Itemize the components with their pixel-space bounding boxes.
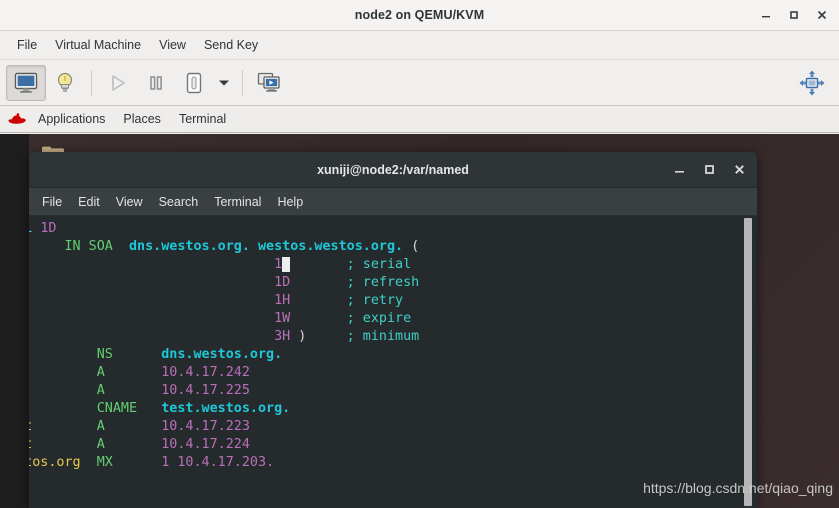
vm-menu-virtual-machine[interactable]: Virtual Machine <box>46 35 150 55</box>
watermark-text: https://blog.csdn.net/qiao_qing <box>643 480 833 496</box>
terminal-menu-edit[interactable]: Edit <box>70 192 108 212</box>
pause-icon[interactable] <box>137 66 175 100</box>
vm-minimize-button[interactable] <box>753 2 779 28</box>
show-console-icon[interactable] <box>6 64 46 101</box>
red-hat-logo-icon <box>6 109 28 129</box>
shutdown-icon[interactable] <box>175 66 213 100</box>
vm-titlebar: node2 on QEMU/KVM <box>0 0 839 31</box>
vm-toolbar <box>0 60 839 106</box>
show-details-icon[interactable] <box>46 66 84 100</box>
terminal-line: $TTL 1D <box>29 221 57 236</box>
toolbar-separator-2 <box>242 69 243 96</box>
fullscreen-icon[interactable] <box>793 66 831 100</box>
terminal-window-title: xuniji@node2:/var/named <box>317 162 469 177</box>
terminal-menu-view[interactable]: View <box>108 192 151 212</box>
terminal-body[interactable]: $TTL 1D @ IN SOA dns.westos.org. westos.w… <box>29 216 757 508</box>
run-icon[interactable] <box>99 66 137 100</box>
terminal-menubar: File Edit View Search Terminal Help <box>29 188 757 216</box>
terminal-line: dns A 10.4.17.242 <box>96 365 250 380</box>
terminal-titlebar: xuniji@node2:/var/named <box>29 152 757 188</box>
snapshots-icon[interactable] <box>250 66 288 100</box>
terminal-line: test A 10.4.17.223 <box>29 419 250 434</box>
vm-window-controls <box>753 0 835 30</box>
terminal-scrollbar-thumb[interactable] <box>744 218 752 506</box>
terminal-menu-help[interactable]: Help <box>269 192 311 212</box>
terminal-minimize-button[interactable] <box>669 160 689 180</box>
terminal-text-content: $TTL 1D @ IN SOA dns.westos.org. westos.w… <box>29 220 419 508</box>
gnome-menu-applications[interactable]: Applications <box>29 110 114 128</box>
terminal-menu-file[interactable]: File <box>34 192 70 212</box>
vm-menu-send-key[interactable]: Send Key <box>195 35 267 55</box>
terminal-line: westos.org MX 1 10.4.17.203. <box>29 455 275 470</box>
terminal-line: www A 10.4.17.225 <box>96 383 250 398</box>
terminal-line: 3H ) ; minimum <box>274 329 420 344</box>
terminal-menu-terminal[interactable]: Terminal <box>206 192 269 212</box>
terminal-line: 1D ; refresh <box>274 275 420 290</box>
terminal-close-button[interactable] <box>729 160 749 180</box>
terminal-line: ~ <box>29 490 419 508</box>
vm-window-title: node2 on QEMU/KVM <box>354 8 485 22</box>
vm-maximize-button[interactable] <box>781 2 807 28</box>
terminal-maximize-button[interactable] <box>699 160 719 180</box>
screen-root: node2 on QEMU/KVM File Virtual Machine V… <box>0 0 839 508</box>
virt-manager-window: node2 on QEMU/KVM File Virtual Machine V… <box>0 0 839 508</box>
terminal-line: 1 ; serial <box>274 257 412 272</box>
vm-menubar: File Virtual Machine View Send Key <box>0 31 839 60</box>
terminal-line: NS dns.westos.org. <box>96 347 283 362</box>
vm-close-button[interactable] <box>809 2 835 28</box>
terminal-line: ~ <box>29 472 419 490</box>
gnome-menu-places[interactable]: Places <box>114 110 170 128</box>
terminal-line: test A 10.4.17.224 <box>29 437 250 452</box>
gnome-terminal-window: xuniji@node2:/var/named File Edit View S… <box>29 152 757 508</box>
terminal-window-controls <box>669 152 749 187</box>
toolbar-separator-1 <box>91 69 92 96</box>
terminal-menu-search[interactable]: Search <box>151 192 207 212</box>
vm-menu-file[interactable]: File <box>8 35 46 55</box>
toolbar-right-group <box>793 60 831 105</box>
terminal-line: bbs CNAME test.westos.org. <box>96 401 291 416</box>
terminal-line: 1H ; retry <box>274 293 404 308</box>
shutdown-dropdown-icon[interactable] <box>213 66 235 100</box>
desktop-left-strip <box>0 134 29 508</box>
terminal-line: 1W ; expire <box>274 311 412 326</box>
gnome-menu-terminal[interactable]: Terminal <box>170 110 235 128</box>
gnome-top-panel: Applications Places Terminal <box>0 106 839 133</box>
vm-menu-view[interactable]: View <box>150 35 195 55</box>
terminal-line: @ IN SOA dns.westos.org. westos.westos.o… <box>64 239 420 254</box>
